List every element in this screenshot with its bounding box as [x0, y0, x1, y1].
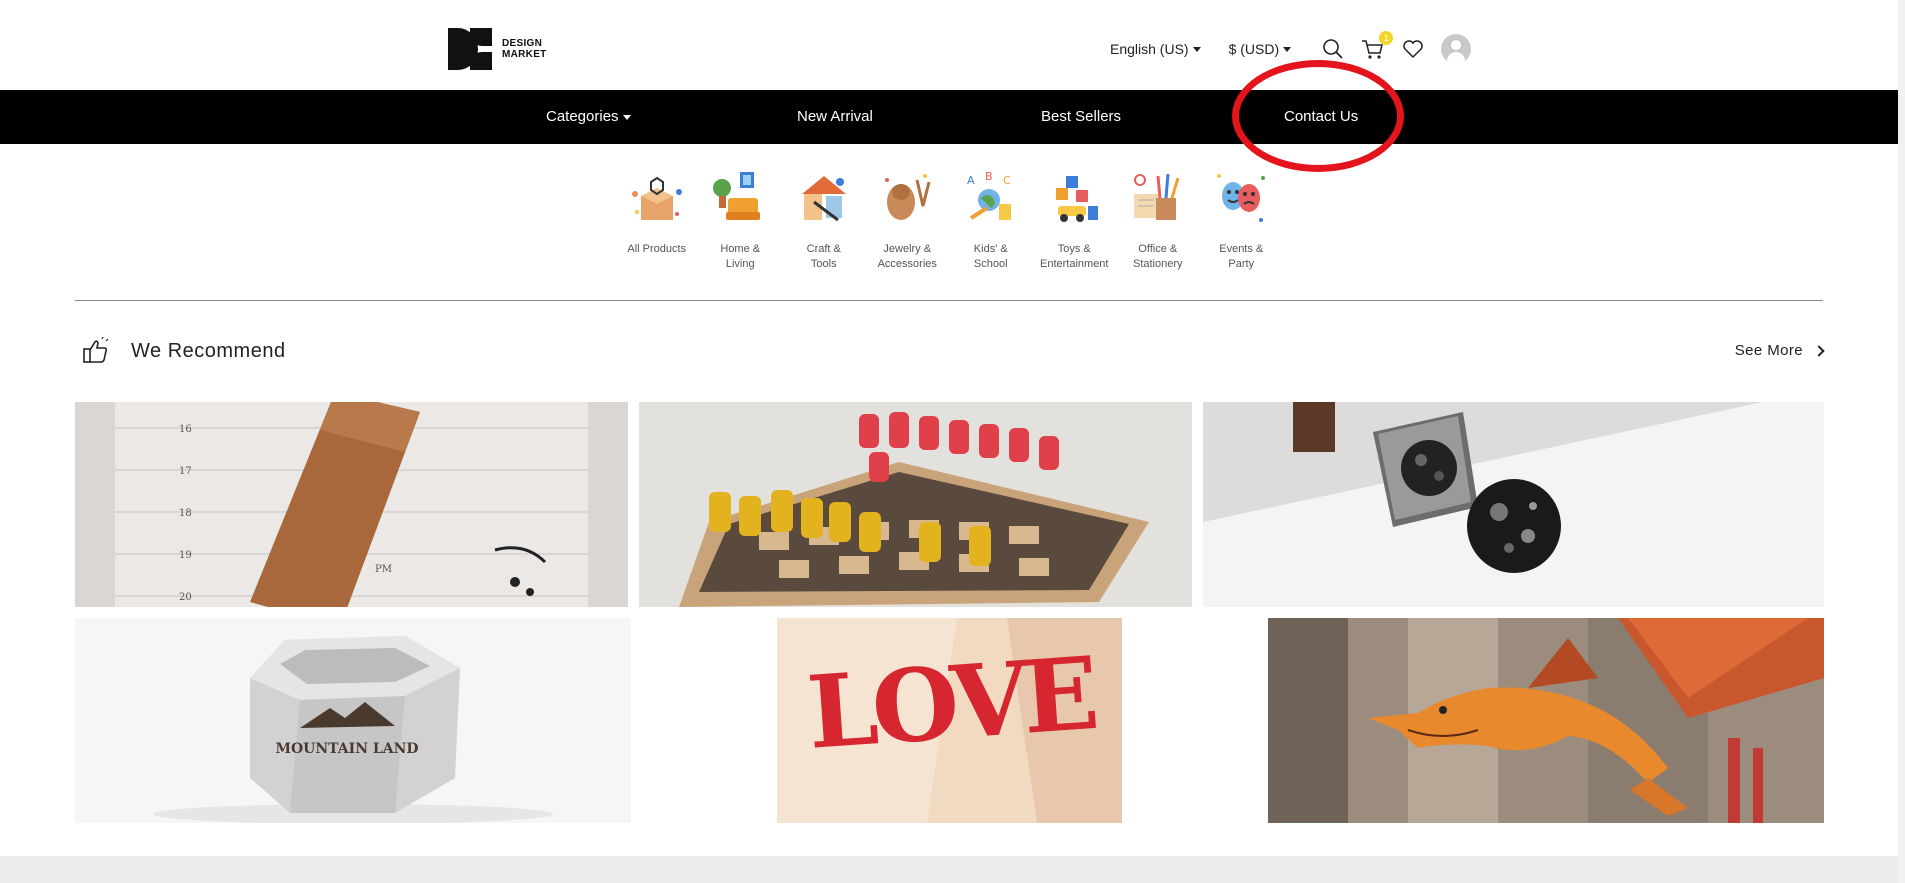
category-label: Toys & Entertainment — [1040, 243, 1109, 270]
see-more-link[interactable]: See More — [1734, 342, 1825, 359]
category-kids-school[interactable]: ABC Kids' & School — [949, 168, 1033, 272]
svg-text:A: A — [967, 174, 975, 187]
jewelry-accessories-icon — [877, 168, 937, 230]
craft-tools-icon — [794, 168, 854, 230]
category-label: Events & Party — [1219, 243, 1264, 270]
search-icon[interactable] — [1321, 37, 1345, 61]
see-more-label: See More — [1734, 342, 1803, 359]
category-label: Craft & Tools — [806, 243, 841, 270]
nav-categories-label: Categories — [546, 108, 619, 125]
user-avatar-icon[interactable] — [1441, 34, 1472, 64]
svg-text:19: 19 — [179, 550, 192, 561]
language-dropdown[interactable]: English (US) — [1110, 41, 1201, 57]
category-office-stationery[interactable]: Office & Stationery — [1116, 168, 1200, 272]
category-label: Jewelry & Accessories — [877, 243, 937, 270]
cart-icon[interactable]: 1 — [1361, 31, 1394, 61]
category-home-living[interactable]: Home & Living — [699, 168, 783, 272]
svg-text:B: B — [985, 170, 993, 183]
category-strip: All Products Home & Living Craft & Tools… — [615, 168, 1283, 272]
product-tile-concrete-planter[interactable]: MOUNTAIN LAND — [75, 618, 631, 823]
logo-line-2: MARKET — [502, 49, 547, 60]
category-all-products[interactable]: All Products — [615, 168, 699, 272]
product-tile-wine-cork[interactable]: 16 17 18 19 20 PM — [75, 402, 628, 607]
currency-label: $ (USD) — [1228, 41, 1280, 57]
nav-new-arrival[interactable]: New Arrival — [797, 90, 873, 144]
logo-mark-icon — [448, 28, 492, 70]
section-divider — [75, 300, 1823, 301]
caret-down-icon — [1283, 46, 1292, 52]
chevron-right-icon — [1813, 344, 1825, 357]
svg-text:20: 20 — [179, 592, 192, 603]
category-events-party[interactable]: Events & Party — [1200, 168, 1284, 272]
page-scrollbar[interactable] — [1898, 0, 1905, 883]
thumbs-up-icon — [83, 337, 109, 363]
site-header: DESIGN MARKET English (US) $ (USD) 1 — [0, 0, 1898, 90]
product-tile-chess-set[interactable] — [639, 402, 1192, 607]
category-label: Home & Living — [720, 243, 761, 270]
logo-line-1: DESIGN — [502, 38, 543, 49]
toys-entertainment-icon — [1044, 168, 1104, 230]
svg-text:C: C — [1003, 174, 1011, 187]
nav-categories[interactable]: Categories — [546, 90, 631, 144]
product-tile-dinosaur-model[interactable] — [1268, 618, 1824, 823]
main-nav: Categories New Arrival Best Sellers Cont… — [0, 90, 1898, 144]
svg-text:17: 17 — [179, 466, 192, 477]
love-card-text: LOVE — [804, 634, 1099, 772]
currency-dropdown[interactable]: $ (USD) — [1229, 41, 1292, 57]
heart-icon[interactable] — [1401, 37, 1425, 61]
nav-best-sellers[interactable]: Best Sellers — [1041, 90, 1121, 144]
product-tile-moon-stamp[interactable] — [1203, 402, 1824, 607]
events-party-icon — [1211, 168, 1271, 230]
nav-contact-us[interactable]: Contact Us — [1284, 90, 1358, 144]
office-stationery-icon — [1128, 168, 1188, 230]
category-label: Kids' & School — [973, 243, 1008, 270]
category-craft-tools[interactable]: Craft & Tools — [782, 168, 866, 272]
logo-wordmark: DESIGN MARKET — [502, 38, 547, 60]
language-label: English (US) — [1110, 41, 1189, 57]
category-toys-entertainment[interactable]: Toys & Entertainment — [1033, 168, 1117, 272]
section-title: We Recommend — [131, 340, 286, 362]
kids-school-icon: ABC — [961, 168, 1021, 230]
svg-text:16: 16 — [179, 424, 192, 435]
caret-down-icon — [622, 114, 631, 120]
brand-logo[interactable]: DESIGN MARKET — [448, 28, 547, 70]
category-label: Office & Stationery — [1132, 243, 1183, 270]
category-jewelry-accessories[interactable]: Jewelry & Accessories — [866, 168, 950, 272]
caret-down-icon — [1192, 46, 1201, 52]
header-actions: English (US) $ (USD) 1 — [1110, 31, 1472, 64]
page: DESIGN MARKET English (US) $ (USD) 1 Cat… — [0, 0, 1905, 883]
cart-count-badge: 1 — [1379, 31, 1394, 45]
svg-text:PM: PM — [375, 564, 392, 575]
footer-band — [0, 856, 1898, 883]
category-label: All Products — [627, 243, 687, 255]
product-tile-love-card[interactable]: LOVE — [777, 618, 1122, 823]
all-products-icon — [627, 168, 687, 230]
home-living-icon — [710, 168, 770, 230]
planter-engraving-text: MOUNTAIN LAND — [275, 741, 418, 757]
svg-text:18: 18 — [179, 508, 192, 519]
